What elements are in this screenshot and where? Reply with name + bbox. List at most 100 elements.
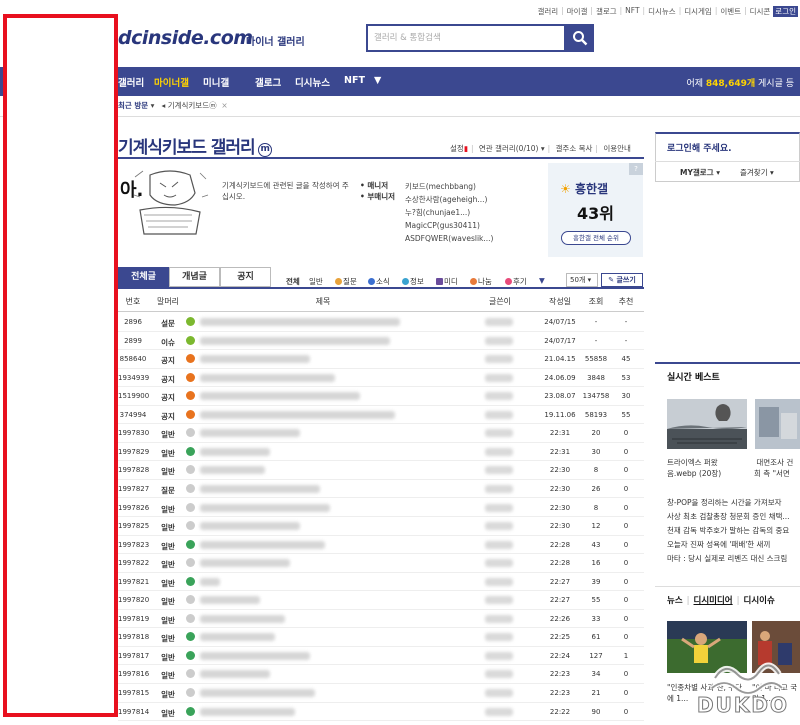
table-row[interactable]: 1997830 일반 22:31 20 0 — [118, 424, 644, 443]
category-media[interactable]: 미디 — [436, 276, 458, 287]
nav-mini-gallery[interactable]: 미니갤 — [203, 75, 229, 89]
table-row[interactable]: 1997822 일반 22:28 16 0 — [118, 554, 644, 573]
category-question[interactable]: 질문 — [335, 276, 357, 287]
post-title-blurred[interactable] — [200, 429, 300, 438]
top-link[interactable]: 디시뉴스 — [648, 6, 676, 17]
table-row[interactable]: 1997821 일반 22:27 39 0 — [118, 573, 644, 592]
post-writer-blurred[interactable] — [485, 522, 513, 531]
table-row[interactable]: 1997818 일반 22:25 61 0 — [118, 628, 644, 647]
recent-visit-item[interactable]: 기계식키보드ⓜ — [168, 101, 217, 110]
post-title-blurred[interactable] — [200, 540, 325, 549]
post-title-blurred[interactable] — [200, 373, 335, 382]
post-title-blurred[interactable] — [200, 355, 310, 364]
post-title-blurred[interactable] — [200, 318, 400, 326]
table-row[interactable]: 1997814 일반 22:22 90 0 — [118, 703, 644, 722]
top-link[interactable]: 갤러리 — [537, 6, 558, 17]
post-writer-blurred[interactable] — [485, 577, 513, 586]
table-row[interactable]: 1519900 공지 23.08.07 134758 30 — [118, 387, 644, 406]
category-all[interactable]: 전체 — [286, 276, 300, 287]
post-title-blurred[interactable] — [200, 559, 290, 568]
nav-gallog[interactable]: 갤로그 — [255, 75, 281, 89]
top-link[interactable]: 갤로그 — [596, 6, 617, 17]
post-writer-blurred[interactable] — [485, 373, 513, 382]
post-title-blurred[interactable] — [200, 707, 295, 716]
nav-more-chevron-icon[interactable]: ▼ — [374, 75, 381, 86]
post-writer-blurred[interactable] — [485, 355, 513, 364]
recent-visit-label[interactable]: 최근 방문 — [118, 101, 148, 110]
table-row[interactable]: 374994 공지 19.11.06 58193 55 — [118, 406, 644, 425]
table-row[interactable]: 2899 이슈 24/07/17 - - — [118, 332, 644, 351]
post-title-blurred[interactable] — [200, 614, 285, 623]
post-title-blurred[interactable] — [200, 577, 220, 586]
tab-dc-issue[interactable]: 디시이슈 — [744, 596, 775, 606]
post-writer-blurred[interactable] — [485, 318, 513, 326]
table-row[interactable]: 1997828 일반 22:30 8 0 — [118, 461, 644, 480]
category-info[interactable]: 정보 — [402, 276, 424, 287]
post-writer-blurred[interactable] — [485, 466, 513, 475]
best-thumbnail[interactable] — [755, 399, 800, 449]
best-list-item[interactable]: 오늘자 진짜 성욕에 '패배'한 새끼 — [667, 539, 800, 550]
post-title-blurred[interactable] — [200, 392, 360, 401]
best-caption[interactable]: 트라이엑스 퍼왔 음.webp (20장) — [667, 457, 747, 479]
category-general[interactable]: 일반 — [309, 276, 323, 287]
nav-gallery[interactable]: 갤러리 — [118, 75, 144, 89]
category-news[interactable]: 소식 — [368, 276, 390, 287]
best-list-item[interactable]: 창-POP을 정리하는 시간을 가져보자 — [667, 497, 800, 508]
copy-address-link[interactable]: 갤주소 복사 — [556, 144, 593, 153]
table-row[interactable]: 1997823 일반 22:28 43 0 — [118, 536, 644, 555]
table-row[interactable]: 1997816 일반 22:23 34 0 — [118, 665, 644, 684]
table-row[interactable]: 1997825 일반 22:30 12 0 — [118, 517, 644, 536]
table-row[interactable]: 2896 설문 24/07/15 - - — [118, 313, 644, 332]
category-more-chevron-icon[interactable]: ▼ — [539, 276, 545, 285]
post-title-blurred[interactable] — [200, 689, 315, 697]
post-title-blurred[interactable] — [200, 466, 265, 475]
top-link[interactable]: 디시콘 — [750, 6, 771, 17]
list-count-select[interactable]: 50개 ▾ — [566, 273, 598, 287]
post-writer-blurred[interactable] — [485, 707, 513, 716]
best-list-item[interactable]: 마타 : 당시 실제로 리벤즈 대신 스크림 — [667, 553, 800, 564]
table-row[interactable]: 1997820 일반 22:27 55 0 — [118, 591, 644, 610]
favorites-link[interactable]: 즐겨찾기 ▾ — [740, 167, 774, 178]
tab-all-posts[interactable]: 전체글 — [118, 267, 169, 287]
settings-link[interactable]: 설정 — [450, 144, 464, 153]
post-title-blurred[interactable] — [200, 410, 395, 419]
manager-name[interactable]: 키보드(mechbbang) — [405, 180, 493, 193]
top-link[interactable]: 이벤트 — [720, 6, 741, 17]
login-button[interactable]: 로그인 — [773, 6, 798, 17]
logo-subtitle[interactable]: 마이너 갤러리 — [246, 33, 305, 48]
submanager-name[interactable]: ASDFQWER(waveslik...) — [405, 232, 493, 245]
post-title-blurred[interactable] — [200, 336, 390, 345]
post-writer-blurred[interactable] — [485, 651, 513, 660]
table-row[interactable]: 1997819 일반 22:26 33 0 — [118, 610, 644, 629]
post-writer-blurred[interactable] — [485, 540, 513, 549]
post-title-blurred[interactable] — [200, 651, 310, 660]
post-title-blurred[interactable] — [200, 447, 270, 456]
post-writer-blurred[interactable] — [485, 559, 513, 568]
my-gallog-link[interactable]: MY갤로그 ▾ — [680, 167, 720, 178]
post-title-blurred[interactable] — [200, 484, 320, 493]
help-corner-icon[interactable]: ? — [629, 163, 643, 175]
rank-all-button[interactable]: 흥한갤 전체 순위 — [561, 231, 631, 245]
best-list-item[interactable]: 사상 최초 검찰총장 청문회 증인 채택... — [667, 511, 800, 522]
post-writer-blurred[interactable] — [485, 670, 513, 679]
category-review[interactable]: 후기 — [505, 276, 527, 287]
post-writer-blurred[interactable] — [485, 410, 513, 419]
table-row[interactable]: 1997817 일반 22:24 127 1 — [118, 647, 644, 666]
post-writer-blurred[interactable] — [485, 429, 513, 438]
top-link[interactable]: NFT — [625, 6, 639, 17]
post-title-blurred[interactable] — [200, 633, 275, 642]
table-row[interactable]: 1997815 일반 22:23 21 0 — [118, 684, 644, 703]
post-title-blurred[interactable] — [200, 522, 300, 531]
nav-nft[interactable]: NFT — [344, 75, 365, 86]
login-prompt[interactable]: 로그인해 주세요. — [667, 141, 732, 154]
related-gallery-link[interactable]: 연관 갤러리(0/10) — [479, 144, 539, 153]
post-writer-blurred[interactable] — [485, 484, 513, 493]
post-writer-blurred[interactable] — [485, 596, 513, 605]
recent-close-icon[interactable]: × — [219, 101, 227, 110]
tab-news[interactable]: 뉴스 — [667, 596, 683, 606]
post-writer-blurred[interactable] — [485, 689, 513, 697]
table-row[interactable]: 858640 공지 21.04.15 55858 45 — [118, 350, 644, 369]
top-link[interactable]: 마이갤 — [567, 6, 588, 17]
top-link[interactable]: 디시게임 — [684, 6, 712, 17]
post-writer-blurred[interactable] — [485, 336, 513, 345]
